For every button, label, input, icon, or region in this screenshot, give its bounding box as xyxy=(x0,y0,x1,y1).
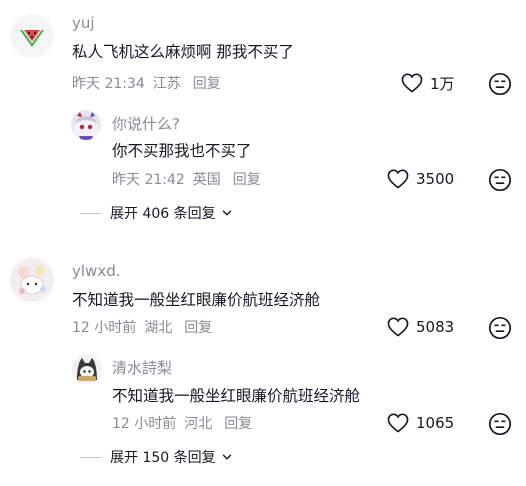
avatar[interactable] xyxy=(10,14,54,58)
expand-replies-button[interactable]: 展开 406 条回复 xyxy=(80,203,232,223)
comment-text: 私人飞机这么麻烦啊 那我不买了 xyxy=(72,43,294,61)
comment-meta: 昨天 21:34 江苏 回复 xyxy=(72,73,221,93)
reply-meta: 昨天 21:42 英国 回复 xyxy=(112,169,261,189)
comment-location: 湖北 xyxy=(144,320,173,336)
dislike-icon[interactable] xyxy=(488,316,512,340)
comment-time: 昨天 21:34 xyxy=(72,76,145,92)
like-button[interactable]: 1065 xyxy=(387,412,454,434)
comment-text: 不知道我一般坐红眼廉价航班经济舱 xyxy=(72,291,321,309)
dislike-icon[interactable] xyxy=(488,168,512,192)
heart-icon xyxy=(387,169,409,189)
comment-meta: 12 小时前 湖北 回复 xyxy=(72,317,212,337)
reply-button[interactable]: 回复 xyxy=(184,320,212,336)
reply-meta: 12 小时前 河北 回复 xyxy=(112,413,252,433)
reply-time: 12 小时前 xyxy=(112,416,177,432)
like-count: 1065 xyxy=(416,414,455,432)
anime-girl-avatar xyxy=(71,110,101,140)
like-count: 5083 xyxy=(416,318,455,336)
comment-time: 12 小时前 xyxy=(72,320,137,336)
reply-author[interactable]: 清水詩梨 xyxy=(112,357,172,378)
reply-text: 你不买那我也不买了 xyxy=(112,142,252,160)
like-button[interactable]: 3500 xyxy=(387,168,454,190)
comment-location: 江苏 xyxy=(152,76,181,92)
hooded-cat-avatar xyxy=(72,354,102,384)
comment-author[interactable]: ylwxd. xyxy=(72,262,120,280)
expand-replies-label: 展开 406 条回复 xyxy=(110,206,216,222)
reply-time: 昨天 21:42 xyxy=(112,172,185,188)
like-button[interactable]: 5083 xyxy=(387,316,454,338)
reply-location: 英国 xyxy=(192,172,221,188)
dislike-icon[interactable] xyxy=(488,72,512,96)
avatar[interactable] xyxy=(71,110,101,140)
heart-icon xyxy=(387,413,409,433)
chevron-down-icon xyxy=(222,454,231,460)
avatar[interactable] xyxy=(72,354,102,384)
avatar[interactable] xyxy=(10,258,54,302)
divider xyxy=(80,456,102,458)
heart-icon xyxy=(401,73,423,93)
like-count: 3500 xyxy=(416,170,455,188)
comment-author[interactable]: yuj xyxy=(72,14,95,32)
reply-author[interactable]: 你说什么? xyxy=(112,113,180,134)
reply-button[interactable]: 回复 xyxy=(193,76,221,92)
expand-replies-label: 展开 150 条回复 xyxy=(110,450,216,466)
reply-button[interactable]: 回复 xyxy=(224,416,252,432)
cartoon-doodle-avatar xyxy=(10,258,54,302)
divider xyxy=(80,212,102,214)
reply-button[interactable]: 回复 xyxy=(233,172,261,188)
reply-text: 不知道我一般坐红眼廉价航班经济舱 xyxy=(112,387,361,405)
like-button[interactable]: 1万 xyxy=(401,72,455,94)
watermelon-icon xyxy=(10,14,54,58)
dislike-icon[interactable] xyxy=(488,412,512,436)
reply-location: 河北 xyxy=(184,416,213,432)
expand-replies-button[interactable]: 展开 150 条回复 xyxy=(80,447,232,467)
heart-icon xyxy=(387,317,409,337)
like-count: 1万 xyxy=(430,74,455,93)
chevron-down-icon xyxy=(222,210,231,216)
